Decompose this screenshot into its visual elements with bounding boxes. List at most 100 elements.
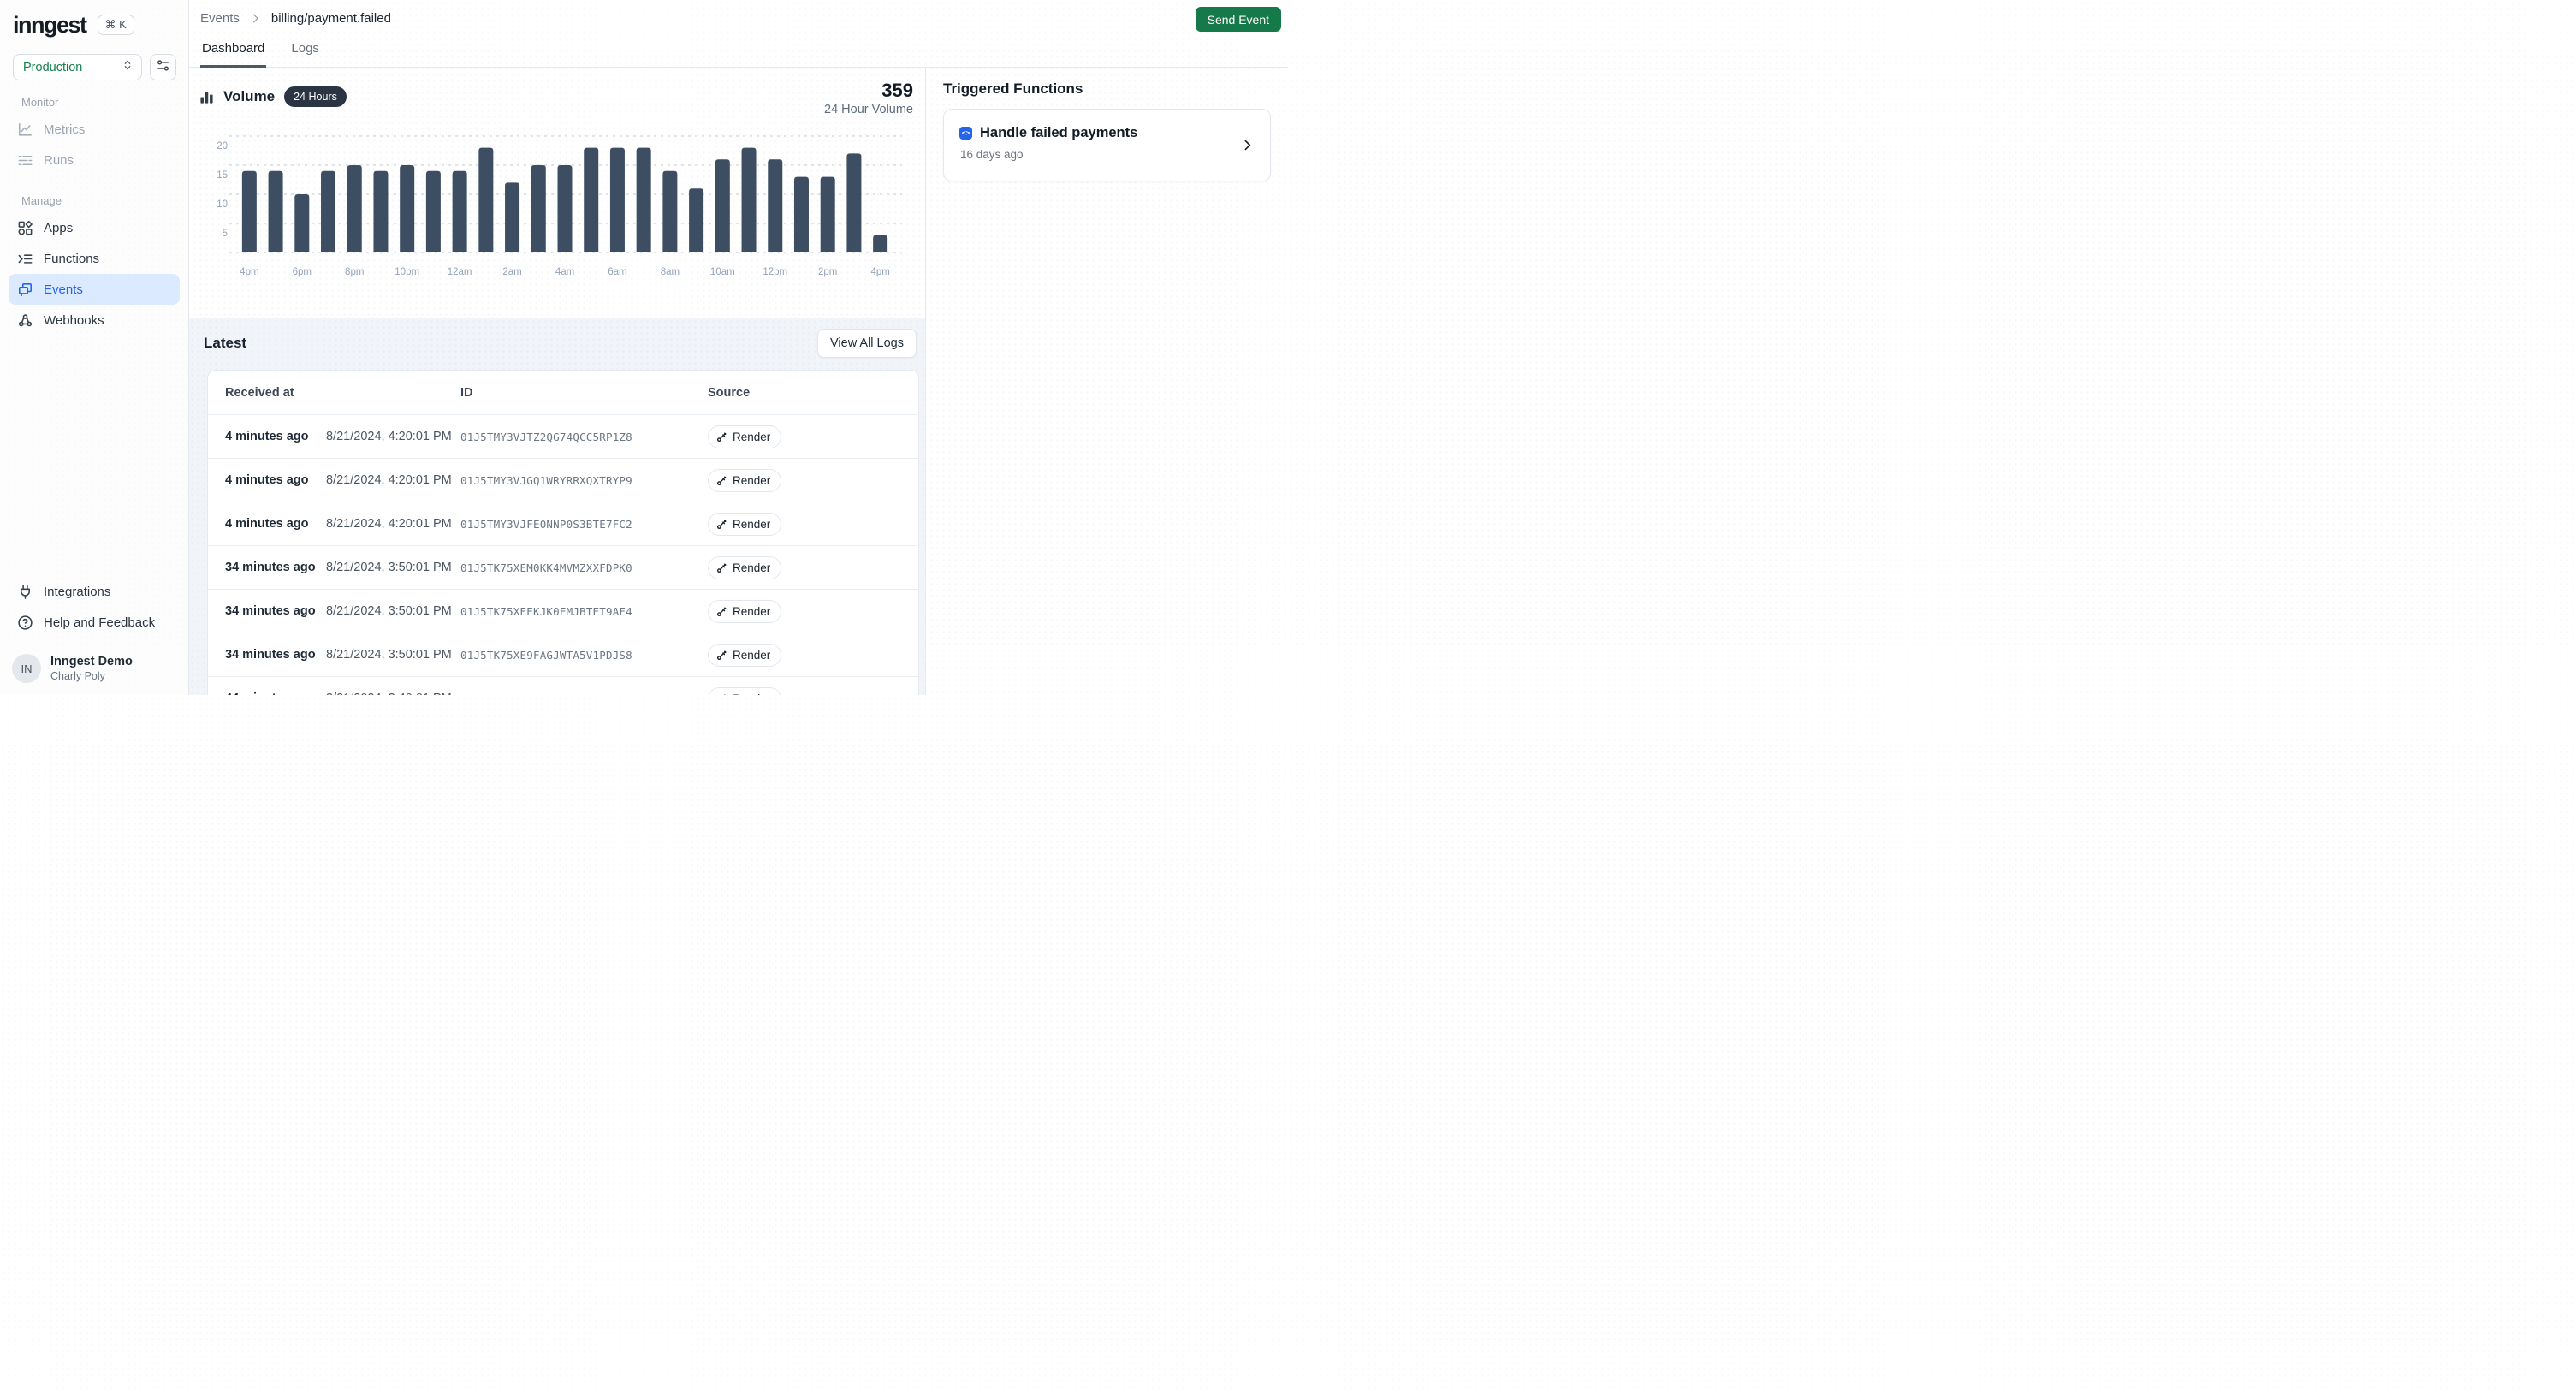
source-badge[interactable]: Render	[708, 687, 781, 696]
chevron-right-icon	[1240, 138, 1255, 152]
sidebar-item-label: Runs	[44, 153, 74, 168]
table-row[interactable]: 34 minutes ago 8/21/2024, 3:50:01 PM 01J…	[208, 589, 918, 633]
source-badge[interactable]: Render	[708, 425, 781, 448]
bar-chart-icon	[199, 90, 214, 104]
event-id: 01J5TK75XEM0KK4MVMZXXFDPK0	[460, 561, 708, 574]
volume-total: 359	[824, 80, 913, 102]
table-row[interactable]: 44 minutes ago 8/21/2024, 3:40:01 PM 01J…	[208, 676, 918, 695]
received-at: 34 minutes ago	[225, 648, 326, 662]
received-at: 4 minutes ago	[225, 473, 326, 487]
sidebar-item-webhooks[interactable]: Webhooks	[9, 305, 180, 336]
key-icon	[716, 693, 727, 696]
avatar: IN	[12, 654, 41, 683]
svg-text:12pm: 12pm	[763, 267, 787, 277]
command-k-shortcut[interactable]: ⌘ K	[98, 15, 134, 36]
view-all-logs-button[interactable]: View All Logs	[817, 329, 917, 358]
table-row[interactable]: 34 minutes ago 8/21/2024, 3:50:01 PM 01J…	[208, 633, 918, 676]
svg-text:10: 10	[217, 199, 228, 210]
sidebar-bottom: Integrations Help and Feedback IN Innges…	[0, 576, 188, 695]
webhook-icon	[17, 312, 33, 329]
sidebar-item-help[interactable]: Help and Feedback	[9, 607, 180, 638]
sidebar-nav: Monitor Metrics Runs Manage Apps	[0, 89, 188, 336]
sidebar-item-runs[interactable]: Runs	[9, 145, 180, 175]
user-org: Inngest Demo	[50, 655, 133, 668]
volume-stats: 359 24 Hour Volume	[824, 80, 913, 116]
received-at: 4 minutes ago	[225, 517, 326, 531]
key-icon	[716, 606, 727, 617]
shapes-grid-icon	[17, 220, 33, 236]
source-badge[interactable]: Render	[708, 600, 781, 623]
function-list-icon	[17, 251, 33, 267]
function-card[interactable]: <> Handle failed payments 16 days ago	[943, 109, 1271, 181]
event-timestamp: 8/21/2024, 4:20:01 PM	[326, 430, 460, 443]
source-badge[interactable]: Render	[708, 556, 781, 579]
svg-text:10pm: 10pm	[395, 267, 419, 277]
source-badge[interactable]: Render	[708, 513, 781, 536]
volume-header: Volume 24 Hours	[199, 86, 347, 107]
svg-text:12am: 12am	[448, 267, 472, 277]
svg-text:6am: 6am	[608, 267, 626, 277]
svg-text:5: 5	[223, 229, 228, 239]
event-id: 01J5TK75XE9FAGJWTA5V1PDJS8	[460, 649, 708, 662]
volume-total-label: 24 Hour Volume	[824, 103, 913, 116]
svg-text:2am: 2am	[502, 267, 521, 277]
sidebar-item-events[interactable]: Events	[9, 274, 180, 305]
sidebar-item-functions[interactable]: Functions	[9, 243, 180, 274]
sidebar-item-label: Functions	[44, 252, 99, 266]
table-row[interactable]: 34 minutes ago 8/21/2024, 3:50:01 PM 01J…	[208, 545, 918, 589]
sidebar-item-metrics[interactable]: Metrics	[9, 114, 180, 145]
tab-bar: Dashboard Logs	[200, 41, 321, 68]
table-row[interactable]: 4 minutes ago 8/21/2024, 4:20:01 PM 01J5…	[208, 458, 918, 502]
key-icon	[716, 475, 727, 486]
logo-row: inngest ⌘ K	[0, 0, 188, 39]
event-id: 01J5TMY3VJTZ2QG74QCC5RP1Z8	[460, 431, 708, 443]
svg-text:15: 15	[217, 170, 228, 181]
tab-logs[interactable]: Logs	[289, 41, 321, 68]
latest-title: Latest	[204, 335, 246, 352]
sidebar-item-label: Metrics	[44, 122, 85, 137]
sidebar-item-apps[interactable]: Apps	[9, 212, 180, 243]
svg-text:6pm: 6pm	[293, 267, 312, 277]
app-root: inngest ⌘ K Production Monitor	[0, 0, 1288, 695]
sidebar-item-label: Apps	[44, 221, 73, 235]
column-id: ID	[460, 386, 708, 400]
environment-select[interactable]: Production	[13, 54, 142, 80]
event-timestamp: 8/21/2024, 4:20:01 PM	[326, 517, 460, 531]
sidebar-item-label: Events	[44, 282, 83, 297]
range-badge[interactable]: 24 Hours	[284, 86, 347, 107]
breadcrumb-events[interactable]: Events	[200, 11, 240, 26]
environment-settings-button[interactable]	[150, 54, 176, 80]
triggered-functions-title: Triggered Functions	[943, 80, 1271, 98]
table-row[interactable]: 4 minutes ago 8/21/2024, 4:20:01 PM 01J5…	[208, 414, 918, 458]
breadcrumb: Events billing/payment.failed	[200, 11, 391, 26]
event-timestamp: 8/21/2024, 3:40:01 PM	[326, 692, 460, 695]
column-source: Source	[708, 386, 906, 400]
chevron-up-down-icon	[121, 58, 134, 76]
user-name: Charly Poly	[50, 670, 133, 682]
event-id: 01J5TMY3VJFE0NNP0S3BTE7FC2	[460, 518, 708, 531]
send-event-button[interactable]: Send Event	[1196, 7, 1281, 32]
list-dashes-icon	[17, 152, 33, 169]
svg-text:8am: 8am	[661, 267, 680, 277]
code-icon: <>	[959, 127, 972, 140]
received-at: 44 minutes ago	[225, 692, 326, 695]
key-icon	[716, 519, 727, 530]
event-timestamp: 8/21/2024, 3:50:01 PM	[326, 648, 460, 662]
event-timestamp: 8/21/2024, 3:50:01 PM	[326, 604, 460, 618]
nav-gap	[0, 175, 188, 187]
sidebar-item-label: Integrations	[44, 585, 110, 599]
user-menu[interactable]: IN Inngest Demo Charly Poly	[0, 645, 188, 690]
table-row[interactable]: 4 minutes ago 8/21/2024, 4:20:01 PM 01J5…	[208, 502, 918, 545]
event-id: 01J5TJWVXVWBRNH3KF9EZZ5EW0	[460, 692, 708, 696]
sidebar-item-integrations[interactable]: Integrations	[9, 576, 180, 607]
key-icon	[716, 650, 727, 661]
svg-text:4pm: 4pm	[240, 267, 258, 277]
svg-text:10am: 10am	[710, 267, 735, 277]
source-badge[interactable]: Render	[708, 469, 781, 492]
received-at: 4 minutes ago	[225, 430, 326, 443]
inngest-logo: inngest	[13, 12, 86, 39]
svg-text:2pm: 2pm	[818, 267, 837, 277]
tab-dashboard[interactable]: Dashboard	[200, 41, 266, 68]
source-badge[interactable]: Render	[708, 644, 781, 667]
topbar: Events billing/payment.failed Dashboard …	[189, 0, 1288, 68]
